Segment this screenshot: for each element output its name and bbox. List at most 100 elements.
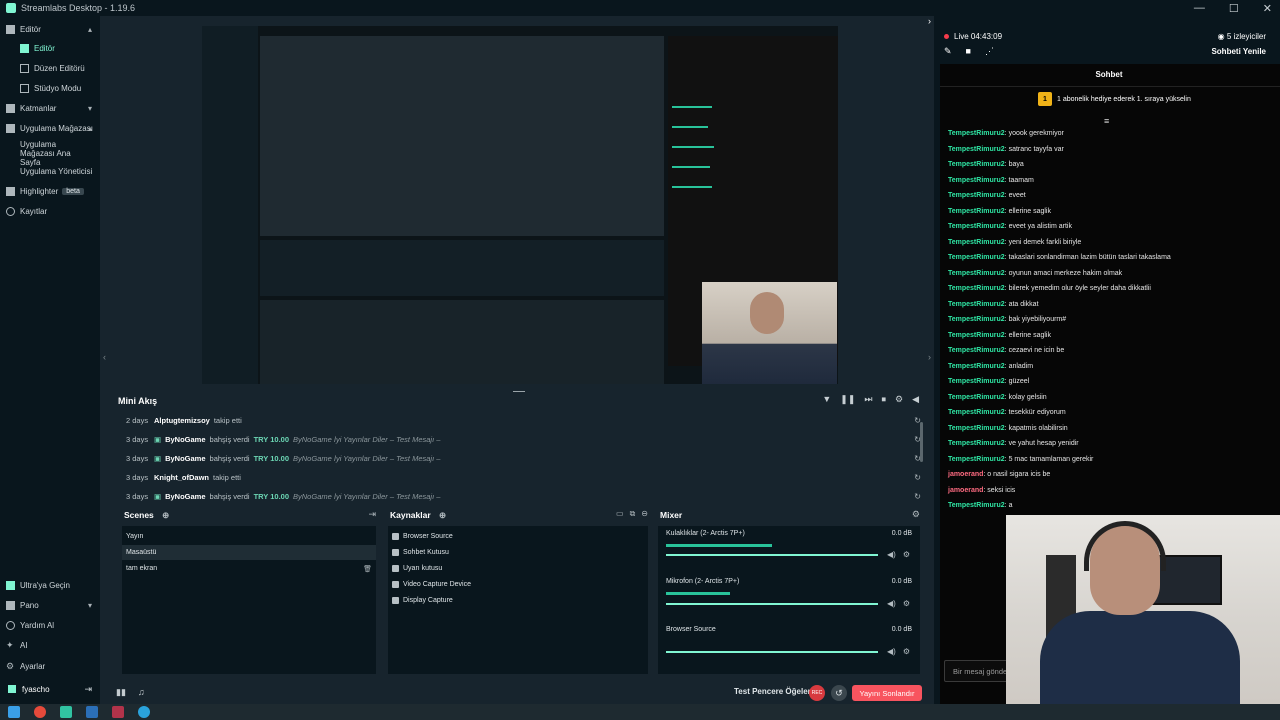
subscription-banner[interactable]: 1 1 abonelik hediye ederek 1. sıraya yük… <box>1038 92 1191 106</box>
speaker-icon[interactable]: ◀) <box>887 647 896 656</box>
chat-username[interactable]: TempestRimuru2 <box>948 456 1005 463</box>
collapse-right-panel-icon[interactable]: › <box>928 16 931 26</box>
scene-collection-icon[interactable]: ⇥ <box>368 509 376 520</box>
filter-icon[interactable]: ▼ <box>822 394 831 405</box>
logout-icon[interactable]: ⇥ <box>84 684 92 695</box>
nav-ultra[interactable]: Ultra'ya Geçin <box>0 576 100 594</box>
start-icon[interactable] <box>8 706 20 718</box>
scene-item[interactable]: tam ekran 🗑 <box>122 561 376 576</box>
group-icon[interactable]: ⧉ <box>630 509 636 519</box>
source-item[interactable]: Browser Source <box>388 529 453 544</box>
add-scene-icon[interactable]: ⊕ <box>162 510 169 520</box>
scrollbar[interactable] <box>920 422 923 462</box>
app-icon[interactable] <box>86 706 98 718</box>
speaker-icon[interactable]: ◀) <box>887 550 896 559</box>
source-item[interactable]: Sohbet Kutusu <box>388 545 449 560</box>
volume-slider[interactable] <box>666 603 878 605</box>
profile-row[interactable]: fyascho ⇥ <box>0 680 100 698</box>
scene-item[interactable]: Yayın <box>122 529 376 544</box>
nav-highlighter[interactable]: Highlighter beta <box>0 182 100 200</box>
close-button[interactable]: ✕ <box>1263 2 1272 15</box>
test-widgets-button[interactable]: Test Pencere Öğeleri <box>734 687 813 696</box>
pause-icon[interactable]: ❚❚ <box>840 394 855 405</box>
performance-icon[interactable]: ▮▮ <box>116 687 126 698</box>
source-item[interactable]: Video Capture Device <box>388 577 471 592</box>
chat-username[interactable]: TempestRimuru2 <box>948 378 1005 385</box>
chat-username[interactable]: TempestRimuru2 <box>948 332 1005 339</box>
gear-icon[interactable]: ⚙ <box>903 599 910 608</box>
nav-settings[interactable]: ⚙ Ayarlar <box>0 657 100 675</box>
chat-username[interactable]: TempestRimuru2 <box>948 425 1005 432</box>
chat-username[interactable]: TempestRimuru2 <box>948 177 1005 184</box>
chat-username[interactable]: TempestRimuru2 <box>948 347 1005 354</box>
nav-recordings[interactable]: Kayıtlar <box>0 202 100 220</box>
chat-username[interactable]: jamoerand <box>948 471 983 478</box>
chat-username[interactable]: TempestRimuru2 <box>948 208 1005 215</box>
chat-username[interactable]: TempestRimuru2 <box>948 316 1005 323</box>
camera-icon[interactable]: ■ <box>966 46 971 57</box>
chat-username[interactable]: TempestRimuru2 <box>948 239 1005 246</box>
gear-icon[interactable]: ⚙ <box>903 647 910 656</box>
remove-icon[interactable]: ⊖ <box>641 509 648 519</box>
folder-icon[interactable]: ▭ <box>616 509 624 519</box>
chat-username[interactable]: TempestRimuru2 <box>948 502 1005 509</box>
chat-username[interactable]: TempestRimuru2 <box>948 223 1005 230</box>
media-icon[interactable] <box>112 706 124 718</box>
chat-username[interactable]: jamoerand <box>948 487 983 494</box>
notification-icon[interactable]: ♫ <box>138 687 145 698</box>
nav-layers[interactable]: Katmanlar ▾ <box>0 99 100 117</box>
speaker-icon[interactable]: ◀) <box>887 599 896 608</box>
mixer-settings-icon[interactable]: ⚙ <box>912 509 920 520</box>
chat-username[interactable]: TempestRimuru2 <box>948 192 1005 199</box>
volume-slider[interactable] <box>666 651 878 653</box>
telegram-icon[interactable] <box>138 706 150 718</box>
nav-dashboard[interactable]: Pano ▾ <box>0 596 100 614</box>
record-button[interactable]: REC <box>809 685 825 701</box>
minimize-button[interactable]: — <box>1194 2 1205 14</box>
skip-icon[interactable]: ⏭ <box>864 394 872 405</box>
chat-username[interactable]: TempestRimuru2 <box>948 161 1005 168</box>
collapse-left-icon[interactable]: ‹ <box>103 352 106 362</box>
nav-help[interactable]: Yardım Al <box>0 616 100 634</box>
chat-username[interactable]: TempestRimuru2 <box>948 270 1005 277</box>
chat-username[interactable]: TempestRimuru2 <box>948 363 1005 370</box>
replay-button[interactable]: ↺ <box>831 685 847 701</box>
nav-app-store-home[interactable]: Uygulama Mağazası Ana Sayfa <box>0 138 100 167</box>
source-item[interactable]: Uyarı kutusu <box>388 561 442 576</box>
gear-icon[interactable]: ⚙ <box>903 550 910 559</box>
nav-ai[interactable]: ✦ AI <box>0 636 100 654</box>
volume-icon[interactable]: ◀ <box>912 394 919 405</box>
share-icon[interactable]: ⋰ <box>985 46 994 57</box>
chat-username[interactable]: TempestRimuru2 <box>948 130 1005 137</box>
collapse-right-icon[interactable]: › <box>928 352 931 362</box>
nav-app-manager[interactable]: Uygulama Yöneticisi <box>0 162 100 180</box>
pin-icon[interactable]: ≡ <box>1104 116 1109 126</box>
repeat-icon[interactable]: ↻ <box>914 492 921 501</box>
maximize-button[interactable]: ☐ <box>1229 2 1239 15</box>
end-stream-button[interactable]: Yayını Sonlandır <box>852 685 922 701</box>
chat-username[interactable]: TempestRimuru2 <box>948 285 1005 292</box>
volume-slider[interactable] <box>666 554 878 556</box>
nav-editor[interactable]: Editör <box>0 39 100 57</box>
nav-app-store[interactable]: Uygulama Mağazası ▴ <box>0 119 100 137</box>
chat-username[interactable]: TempestRimuru2 <box>948 301 1005 308</box>
chat-username[interactable]: TempestRimuru2 <box>948 146 1005 153</box>
settings-icon[interactable]: ⚙ <box>895 394 903 405</box>
mute-icon[interactable]: ⏹ <box>881 394 886 405</box>
source-item[interactable]: Display Capture <box>388 593 453 608</box>
chat-username[interactable]: TempestRimuru2 <box>948 440 1005 447</box>
trash-icon[interactable]: 🗑 <box>363 565 372 573</box>
chat-username[interactable]: TempestRimuru2 <box>948 394 1005 401</box>
streamlabs-icon[interactable] <box>60 706 72 718</box>
add-source-icon[interactable]: ⊕ <box>439 510 446 520</box>
chrome-icon[interactable] <box>34 706 46 718</box>
chat-username[interactable]: TempestRimuru2 <box>948 254 1005 261</box>
edit-icon[interactable]: ✎ <box>944 46 952 57</box>
refresh-chat-button[interactable]: Sohbeti Yenile <box>1211 47 1266 56</box>
nav-studio-mode[interactable]: Stüdyo Modu <box>0 79 100 97</box>
nav-layout-editor[interactable]: Düzen Editörü <box>0 59 100 77</box>
chat-username[interactable]: TempestRimuru2 <box>948 409 1005 416</box>
nav-editor-group[interactable]: Editör ▴ <box>0 20 100 38</box>
scene-item[interactable]: Masaüstü <box>122 545 376 560</box>
repeat-icon[interactable]: ↻ <box>914 473 921 482</box>
